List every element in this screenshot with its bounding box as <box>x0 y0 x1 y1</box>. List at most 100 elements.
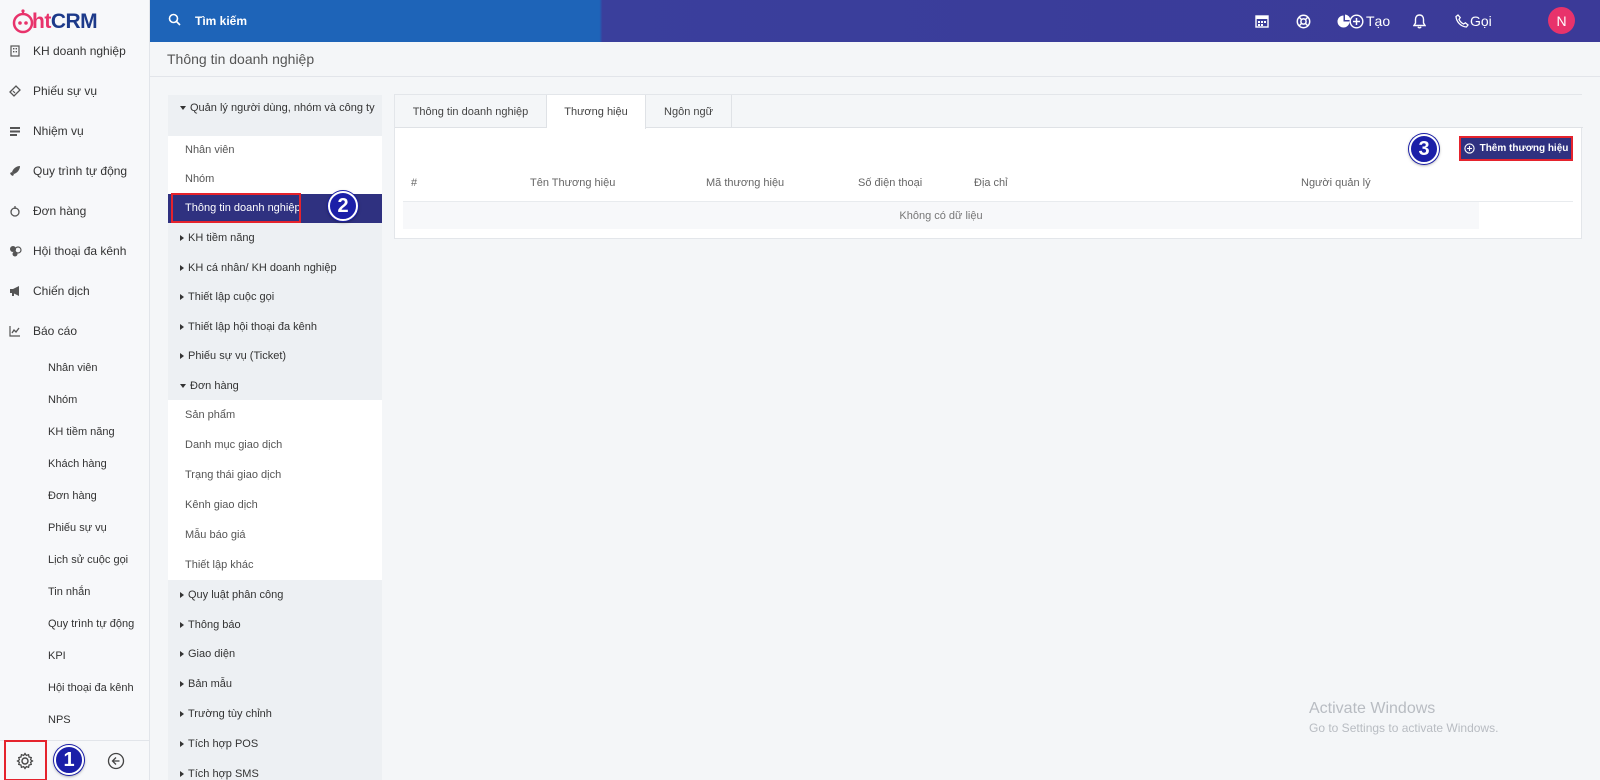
settings-group-phieu-su-vu[interactable]: Phiếu sự vụ (Ticket) <box>168 350 382 362</box>
logo-suffix: CRM <box>50 10 98 33</box>
report-subitem-quy-trinh-tu-dong[interactable]: Quy trình tự động <box>48 618 134 630</box>
settings-group-user-management[interactable]: Quản lý người dùng, nhóm và công ty <box>168 102 382 115</box>
caret-right-icon <box>180 651 184 658</box>
settings-item-san-pham[interactable]: Sản phẩm <box>168 400 382 430</box>
sidebar-item-label: Nhiệm vụ <box>33 124 84 138</box>
step-2-badge: 2 <box>328 191 358 221</box>
sidebar-item-kh-doanh-nghiep[interactable]: KH doanh nghiệp <box>0 40 149 62</box>
rocket-icon <box>8 164 22 178</box>
settings-group-label: Tích hợp POS <box>188 738 259 750</box>
phone-icon[interactable] <box>1452 11 1472 31</box>
settings-group-label: KH cá nhân/ KH doanh nghiệp <box>188 262 337 274</box>
report-subitem-hoi-thoai-da-kenh[interactable]: Hội thoại đa kênh <box>48 682 134 694</box>
settings-group-truong-tuy-chinh[interactable]: Trường tùy chỉnh <box>168 708 382 720</box>
support-lifebuoy-icon[interactable] <box>1293 11 1313 31</box>
search-input[interactable]: Tìm kiếm <box>195 14 247 28</box>
activate-windows-watermark: Activate Windows Go to Settings to activ… <box>1309 700 1498 735</box>
report-subitem-kh-tiem-nang[interactable]: KH tiềm năng <box>48 426 115 438</box>
settings-group-label: Phiếu sự vụ (Ticket) <box>188 350 287 362</box>
report-subitem-nps[interactable]: NPS <box>48 714 71 726</box>
caret-right-icon <box>180 741 184 748</box>
caret-right-icon <box>180 622 184 629</box>
settings-group-kh-tiem-nang[interactable]: KH tiềm năng <box>168 232 382 244</box>
call-button[interactable]: Gọi <box>1470 0 1492 42</box>
settings-group-thong-bao[interactable]: Thông báo <box>168 619 382 631</box>
report-subitem-don-hang[interactable]: Đơn hàng <box>48 490 97 502</box>
tab-ngon-ngu[interactable]: Ngôn ngữ <box>646 95 732 128</box>
sidebar-item-label: Đơn hàng <box>33 204 87 218</box>
order-icon <box>8 204 22 218</box>
megaphone-icon <box>8 284 22 298</box>
add-brand-button[interactable]: Thêm thương hiệu <box>1459 136 1573 161</box>
sidebar-item-chien-dich[interactable]: Chiến dịch <box>0 280 149 302</box>
brand-panel: Thông tin doanh nghiệp Thương hiệu Ngôn … <box>394 94 1583 239</box>
calendar-icon[interactable] <box>1252 11 1272 31</box>
sidebar-item-nhiem-vu[interactable]: Nhiệm vụ <box>0 120 149 142</box>
sidebar-item-quy-trinh-tu-dong[interactable]: Quy trình tự động <box>0 160 149 182</box>
settings-item-trang-thai-giao-dich[interactable]: Trạng thái giao dịch <box>168 460 382 490</box>
watermark-subtitle: Go to Settings to activate Windows. <box>1309 721 1499 735</box>
settings-group-label: Quy luật phân công <box>188 589 284 601</box>
settings-item-nhom[interactable]: Nhóm <box>168 165 382 194</box>
search-box[interactable]: Tìm kiếm <box>168 0 247 42</box>
add-brand-label: Thêm thương hiệu <box>1479 143 1569 154</box>
settings-group-thiet-lap-cuoc-goi[interactable]: Thiết lập cuộc gọi <box>168 291 382 303</box>
settings-group-label: Thiết lập hội thoại đa kênh <box>188 321 318 333</box>
step-3-badge: 3 <box>1409 134 1439 164</box>
settings-group-kh-ca-nhan[interactable]: KH cá nhân/ KH doanh nghiệp <box>168 262 382 274</box>
caret-right-icon <box>180 294 184 301</box>
settings-item-kenh-giao-dich[interactable]: Kênh giao dịch <box>168 490 382 520</box>
report-subitem-khach-hang[interactable]: Khách hàng <box>48 458 107 470</box>
settings-group-quy-luat-phan-cong[interactable]: Quy luật phân công <box>168 589 382 601</box>
settings-item-thiet-lap-khac[interactable]: Thiết lập khác <box>168 550 382 580</box>
report-subitem-kpi[interactable]: KPI <box>48 650 66 662</box>
sidebar-item-bao-cao[interactable]: Báo cáo <box>0 320 149 342</box>
settings-group-giao-dien[interactable]: Giao diện <box>168 648 382 660</box>
settings-group-ban-mau[interactable]: Bản mẫu <box>168 678 382 690</box>
settings-group-don-hang[interactable]: Đơn hàng <box>168 380 382 392</box>
user-avatar[interactable]: N <box>1548 7 1575 34</box>
page-header: Thông tin doanh nghiệp <box>150 42 1600 77</box>
settings-item-mau-bao-gia[interactable]: Mẫu báo giá <box>168 520 382 550</box>
caret-down-icon <box>180 106 186 111</box>
report-subitem-nhan-vien[interactable]: Nhân viên <box>48 362 98 374</box>
settings-group-label: Giao diện <box>188 648 236 660</box>
settings-gear-icon[interactable] <box>16 752 34 773</box>
settings-item-danh-muc-giao-dich[interactable]: Danh mục giao dịch <box>168 430 382 460</box>
settings-group-tich-hop-pos[interactable]: Tích hợp POS <box>168 738 382 750</box>
report-subitem-lich-su-cuoc-goi[interactable]: Lịch sử cuộc gọi <box>48 554 128 566</box>
step-2-highlight <box>171 193 301 223</box>
chat-channels-icon <box>8 244 22 258</box>
tab-bar: Thông tin doanh nghiệp Thương hiệu Ngôn … <box>395 95 1583 129</box>
app-logo[interactable]: htCRM <box>10 6 98 38</box>
sidebar-footer: 1 <box>0 740 149 780</box>
settings-group-label: KH tiềm năng <box>188 232 255 244</box>
top-bar: Tìm kiếm Tạo Gọi N <box>150 0 1600 42</box>
column-header-address: Địa chỉ <box>974 177 1008 189</box>
caret-right-icon <box>180 324 184 331</box>
caret-right-icon <box>180 771 184 778</box>
report-subitem-nhom[interactable]: Nhóm <box>48 394 77 406</box>
tab-thuong-hieu[interactable]: Thương hiệu <box>547 95 646 129</box>
settings-group-label: Tích hợp SMS <box>188 768 259 780</box>
create-plus-icon[interactable] <box>1349 11 1364 31</box>
settings-item-nhan-vien[interactable]: Nhân viên <box>168 136 382 165</box>
create-button[interactable]: Tạo <box>1366 0 1390 42</box>
settings-group-thiet-lap-hoi-thoai[interactable]: Thiết lập hội thoại đa kênh <box>168 321 382 333</box>
settings-group-tich-hop-sms[interactable]: Tích hợp SMS <box>168 768 382 780</box>
column-header-phone: Số điện thoại <box>858 177 923 189</box>
building-icon <box>8 44 22 58</box>
report-subitem-tin-nhan[interactable]: Tin nhắn <box>48 586 90 598</box>
report-chart-icon <box>8 324 22 338</box>
collapse-sidebar-icon[interactable] <box>107 752 125 773</box>
sidebar-item-hoi-thoai-da-kenh[interactable]: Hội thoại đa kênh <box>0 240 149 262</box>
robot-logo-icon <box>10 9 36 35</box>
settings-menu: Quản lý người dùng, nhóm và công ty Nhân… <box>168 95 382 780</box>
caret-right-icon <box>180 711 184 718</box>
report-subitem-phieu-su-vu[interactable]: Phiếu sự vụ <box>48 522 107 534</box>
sidebar-item-don-hang[interactable]: Đơn hàng <box>0 200 149 222</box>
notification-bell-icon[interactable] <box>1409 11 1429 31</box>
sidebar-item-phieu-su-vu[interactable]: Phiếu sự vụ <box>0 80 149 102</box>
tab-thong-tin-doanh-nghiep[interactable]: Thông tin doanh nghiệp <box>395 95 547 128</box>
sidebar-item-label: Báo cáo <box>33 324 78 338</box>
